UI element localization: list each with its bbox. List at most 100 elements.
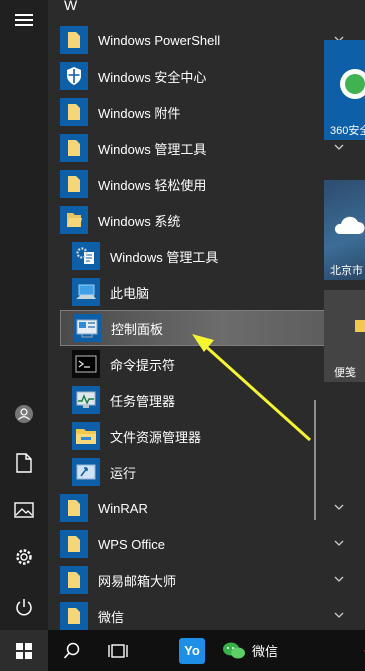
- app-tile: [60, 494, 88, 522]
- start-rail: [0, 0, 48, 630]
- app-tile: [60, 530, 88, 558]
- app-tile: [72, 386, 100, 414]
- hamburger-icon: [15, 14, 33, 26]
- app-label: Windows 管理工具: [110, 249, 219, 265]
- document-icon: [16, 453, 32, 473]
- tile-label: 便笺: [334, 367, 356, 379]
- app-tile: [72, 350, 100, 378]
- app-item-wps-office[interactable]: WPS Office: [60, 526, 360, 562]
- pictures-button[interactable]: [0, 490, 48, 530]
- gear-icon: [16, 549, 32, 565]
- app-label: 命令提示符: [110, 357, 176, 373]
- app-item-windows-system[interactable]: Windows 系统: [60, 202, 360, 238]
- system-item-command-prompt[interactable]: 命令提示符: [72, 346, 336, 382]
- admin-tools-icon: [76, 247, 94, 264]
- system-item-task-manager[interactable]: 任务管理器: [72, 382, 336, 418]
- app-tile: [72, 278, 100, 306]
- computer-icon: [76, 284, 96, 299]
- app-tile: [72, 458, 100, 486]
- app-tile: [60, 602, 88, 630]
- settings-button[interactable]: [0, 537, 48, 577]
- file-explorer-icon: [76, 429, 96, 444]
- start-button[interactable]: [0, 630, 48, 671]
- app-item-windows-powershell[interactable]: Windows PowerShell: [60, 22, 360, 58]
- system-item-this-pc[interactable]: 此电脑: [72, 274, 336, 310]
- folder-icon: [68, 536, 80, 552]
- search-icon: [63, 642, 80, 659]
- folder-icon: [68, 608, 80, 624]
- app-label: 此电脑: [110, 285, 150, 301]
- app-label: 网易邮箱大师: [98, 573, 177, 589]
- documents-button[interactable]: [0, 443, 48, 483]
- start-menu: W Windows PowerShell Windows 安全中心 Window…: [0, 0, 365, 630]
- app-label: Windows 附件: [98, 105, 181, 121]
- app-tile: [60, 566, 88, 594]
- power-icon: [16, 599, 32, 616]
- system-item-control-panel[interactable]: 控制面板: [60, 310, 355, 346]
- taskbar-app-yo[interactable]: Yo: [172, 630, 212, 671]
- tile-label: 北京市: [330, 265, 363, 277]
- app-item-windows-admin-tools[interactable]: Windows 管理工具: [60, 130, 360, 166]
- shield-icon: [67, 67, 81, 85]
- tile-sticky-notes[interactable]: 便笺: [324, 290, 365, 382]
- section-letter[interactable]: W: [64, 0, 77, 13]
- cmd-icon: [75, 355, 97, 373]
- control-panel-icon: [76, 319, 98, 338]
- app-label: Windows 管理工具: [98, 141, 207, 157]
- system-item-admin-tools[interactable]: Windows 管理工具: [72, 238, 336, 274]
- system-item-file-explorer[interactable]: 文件资源管理器: [72, 418, 336, 454]
- taskbar-app-wechat[interactable]: 微信: [218, 630, 282, 671]
- run-icon: [76, 464, 96, 480]
- folder-icon: [68, 104, 80, 120]
- tile-360-security[interactable]: 360安全: [324, 40, 365, 140]
- app-label: Windows 系统: [98, 213, 181, 229]
- folder-icon: [68, 176, 80, 192]
- app-tile: [72, 242, 100, 270]
- tile-label: 360安全: [330, 125, 365, 137]
- app-item-windows-ease-of-access[interactable]: Windows 轻松使用: [60, 166, 360, 202]
- app-list: W Windows PowerShell Windows 安全中心 Window…: [48, 0, 355, 630]
- app-item-windows-accessories[interactable]: Windows 附件: [60, 94, 360, 130]
- windows-logo-icon: [16, 642, 32, 659]
- search-button[interactable]: [52, 630, 92, 671]
- app-item-wechat-folder[interactable]: 微信: [60, 598, 360, 634]
- sticky-note-icon: [355, 320, 365, 332]
- app-item-netease-mail[interactable]: 网易邮箱大师: [60, 562, 360, 598]
- hamburger-menu-button[interactable]: [0, 0, 48, 40]
- user-account-button[interactable]: [0, 394, 48, 434]
- tile-weather[interactable]: 北京市: [324, 180, 365, 280]
- app-tile: [60, 206, 88, 234]
- app-item-windows-security[interactable]: Windows 安全中心: [60, 58, 360, 94]
- wechat-icon: [222, 642, 245, 658]
- app-label: Windows 轻松使用: [98, 177, 207, 193]
- task-manager-icon: [76, 391, 96, 408]
- app-tile: [60, 170, 88, 198]
- folder-icon: [68, 32, 80, 48]
- app-label: WPS Office: [98, 536, 165, 552]
- app-tile: [60, 134, 88, 162]
- app-list-scrollbar[interactable]: [314, 400, 316, 520]
- user-icon: [15, 405, 33, 423]
- task-view-button[interactable]: [98, 630, 138, 671]
- app-label: 文件资源管理器: [110, 429, 202, 445]
- folder-open-icon: [67, 213, 82, 227]
- app-label: 微信: [98, 609, 125, 625]
- 360-security-icon: [340, 69, 365, 99]
- app-tile: [60, 62, 88, 90]
- app-label: 运行: [110, 465, 137, 481]
- power-button[interactable]: [0, 587, 48, 627]
- app-label: Windows PowerShell: [98, 32, 221, 48]
- cloud-icon: [334, 216, 365, 234]
- taskbar-app-label: 微信: [251, 644, 278, 659]
- picture-icon: [14, 502, 34, 518]
- system-item-run[interactable]: 运行: [72, 454, 336, 490]
- taskbar: Yo 微信: [0, 630, 365, 671]
- folder-icon: [68, 500, 80, 516]
- folder-icon: [68, 572, 80, 588]
- app-tile: [60, 98, 88, 126]
- app-label: Windows 安全中心: [98, 69, 207, 85]
- yo-app-icon: Yo: [179, 637, 205, 664]
- taskbar-app-chrome[interactable]: [346, 630, 365, 671]
- app-label: WinRAR: [98, 500, 148, 516]
- app-label: 控制面板: [111, 321, 164, 337]
